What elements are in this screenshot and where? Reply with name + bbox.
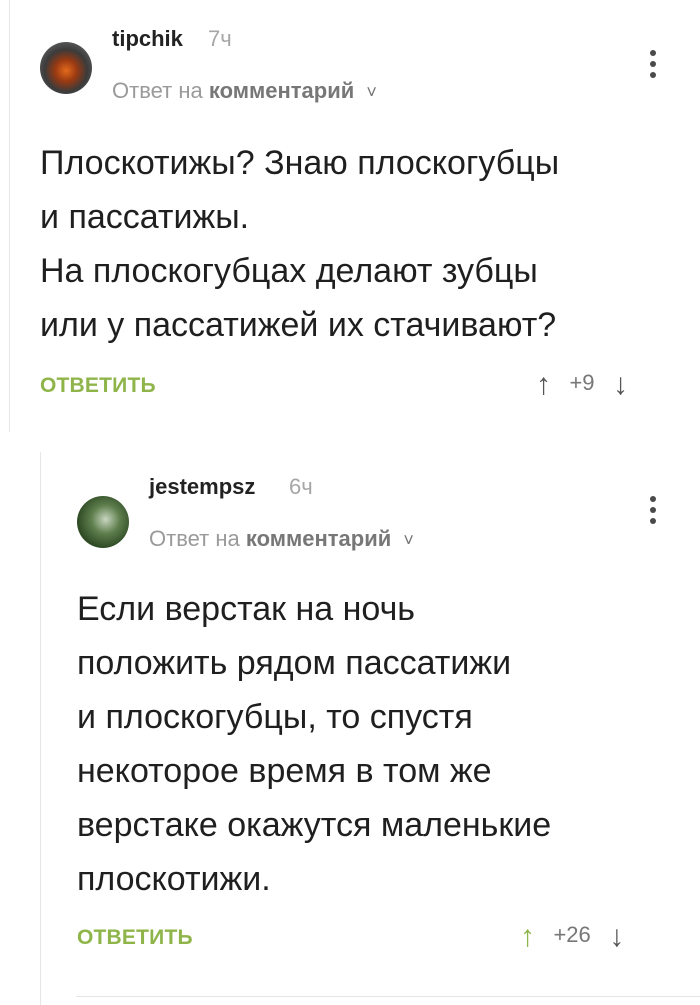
comment-line: верстаке окажутся маленькие xyxy=(77,806,552,844)
more-vertical-icon[interactable] xyxy=(650,496,658,529)
comment-line: плоскотижи. xyxy=(77,860,271,898)
username[interactable]: tipchik xyxy=(112,26,183,52)
reply-prefix: Ответ на xyxy=(112,78,203,103)
thread-line xyxy=(40,452,41,1005)
arrow-up-icon[interactable]: ↑ xyxy=(520,920,535,953)
comment-line: На плоскогубцах делают зубцы xyxy=(40,252,538,290)
thread-line xyxy=(9,0,10,432)
comment-line: Если верстак на ночь xyxy=(77,590,415,628)
avatar[interactable] xyxy=(77,496,129,548)
comment-line: Плоскотижы? Знаю плоскогубцы xyxy=(40,144,560,182)
reply-prefix: Ответ на xyxy=(149,526,240,551)
vote-controls: ↑ +9 ↓ xyxy=(536,368,628,402)
arrow-down-icon[interactable]: ↓ xyxy=(609,920,624,953)
reply-target: комментарий xyxy=(208,78,355,103)
comment-line: положить рядом пассатижи xyxy=(77,644,512,682)
arrow-down-icon[interactable]: ↓ xyxy=(613,368,628,401)
avatar[interactable] xyxy=(40,42,92,94)
vote-controls: ↑ +26 ↓ xyxy=(520,920,624,954)
comment-line: и плоскогубцы, то спустя xyxy=(77,698,473,736)
comment-line: или у пассатижей их стачивают? xyxy=(40,306,557,344)
username[interactable]: jestempsz xyxy=(149,474,255,500)
chevron-down-icon: ˅ xyxy=(366,82,377,102)
rating-score: +9 xyxy=(569,370,595,395)
reply-target: комментарий xyxy=(245,526,392,551)
comment-body: Плоскотижы? Знаю плоскогубцы и пассатижы… xyxy=(40,136,670,352)
chevron-down-icon: ˅ xyxy=(403,530,414,550)
arrow-up-icon[interactable]: ↑ xyxy=(536,368,551,401)
divider xyxy=(76,996,700,997)
timestamp: 7ч xyxy=(208,26,232,51)
reply-to-link[interactable]: Ответ на комментарий ˅ xyxy=(112,78,377,104)
comment-line: и пассатижы. xyxy=(40,198,250,236)
comment-line: некоторое время в том же xyxy=(77,752,492,790)
reply-button[interactable]: ОТВЕТИТЬ xyxy=(77,926,193,950)
reply-button[interactable]: ОТВЕТИТЬ xyxy=(40,374,156,398)
timestamp: 6ч xyxy=(289,474,313,499)
comment-body: Если верстак на ночь положить рядом пасс… xyxy=(77,582,672,906)
reply-to-link[interactable]: Ответ на комментарий ˅ xyxy=(149,526,414,552)
rating-score: +26 xyxy=(553,922,591,947)
more-vertical-icon[interactable] xyxy=(650,50,658,83)
